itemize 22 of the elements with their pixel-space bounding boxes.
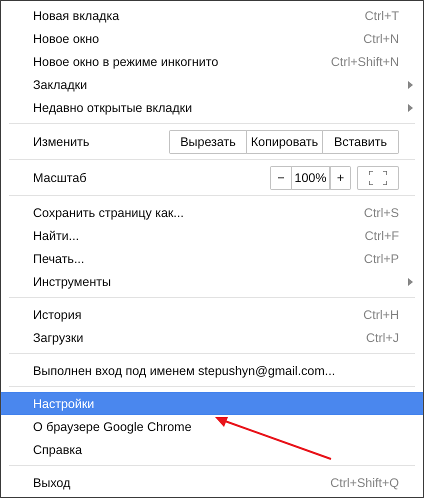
menu-item[interactable]: Недавно открытые вкладки [1,96,423,119]
menu-item[interactable]: Загрузки Ctrl+J [1,326,423,349]
menu-item[interactable]: О браузере Google Chrome [1,415,423,438]
fullscreen-icon [369,171,387,185]
menu-item[interactable]: Новое окно Ctrl+N [1,27,423,50]
menu-label: Изменить [33,135,90,149]
menu-item[interactable]: История Ctrl+H [1,303,423,326]
menu-item[interactable]: Настройки [1,392,423,415]
menu-item[interactable]: Новая вкладка Ctrl+T [1,4,423,27]
menu-item[interactable]: Справка [1,438,423,461]
menu-item[interactable]: Найти... Ctrl+F [1,224,423,247]
menu-item[interactable]: Инструменты [1,270,423,293]
menu-item[interactable]: Выход Ctrl+Shift+Q [1,471,423,494]
menu-item[interactable]: Выполнен вход под именем stepushyn@gmail.com... [1,359,423,382]
menu-item[interactable]: Печать... Ctrl+P [1,247,423,270]
fullscreen-button[interactable] [357,166,399,190]
edit-button[interactable]: Вставить [322,131,398,153]
menu-label: Масштаб [33,171,86,185]
menu-item[interactable]: Закладки [1,73,423,96]
menu-item[interactable]: Сохранить страницу как... Ctrl+S [1,201,423,224]
menu-item[interactable]: Новое окно в режиме инкогнито Ctrl+Shift+N [1,50,423,73]
zoom-in-button[interactable]: + [330,167,350,189]
